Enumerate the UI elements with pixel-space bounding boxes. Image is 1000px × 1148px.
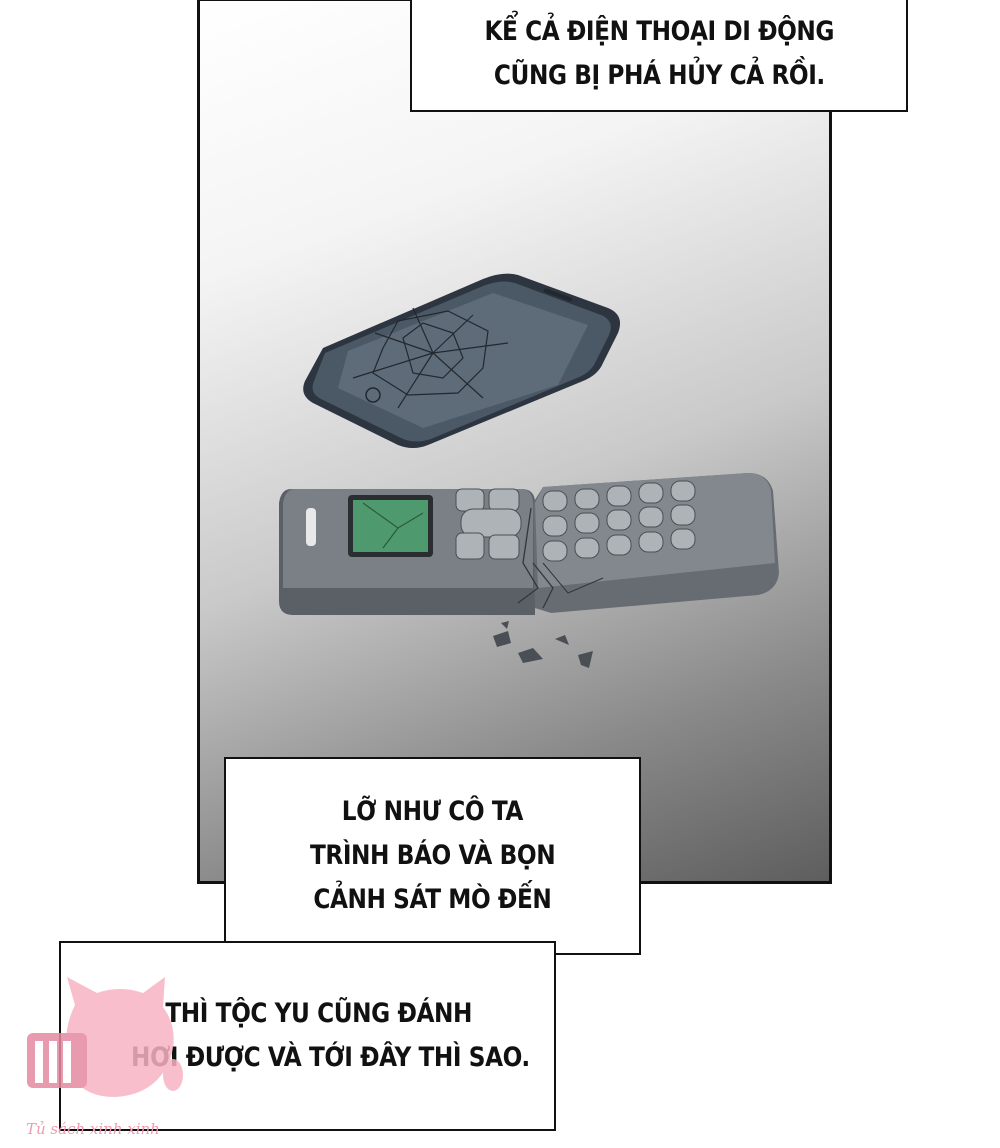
caption-line: CẢNH SÁT MÒ ĐẾN: [313, 884, 552, 915]
broken-feature-phone-icon: [279, 473, 779, 668]
cracked-smartphone-icon: [303, 273, 621, 448]
watermark-cat-logo-icon: [27, 977, 183, 1097]
caption-box-middle: LỠ NHƯ CÔ TA TRÌNH BÁO VÀ BỌN CẢNH SÁT M…: [224, 757, 641, 955]
watermark-text: Tủ sách xinh xinh: [26, 1120, 160, 1138]
comic-page: { "captions": { "top": ["KỂ CẢ ĐIỆN THOẠ…: [0, 0, 1000, 1148]
caption-line: CŨNG BỊ PHÁ HỦY CẢ RỒI.: [493, 60, 825, 91]
caption-line: KỂ CẢ ĐIỆN THOẠI DI ĐỘNG: [484, 16, 834, 47]
caption-line: TRÌNH BÁO VÀ BỌN: [309, 840, 556, 871]
caption-box-top: KỂ CẢ ĐIỆN THOẠI DI ĐỘNG CŨNG BỊ PHÁ HỦY…: [410, 0, 908, 112]
broken-phones-illustration: [279, 273, 779, 668]
caption-line: LỠ NHƯ CÔ TA: [341, 796, 524, 827]
caption-line: HƠI ĐƯỢC VÀ TỚI ĐÂY THÌ SAO.: [131, 1042, 530, 1073]
comic-panel: [197, 0, 832, 884]
